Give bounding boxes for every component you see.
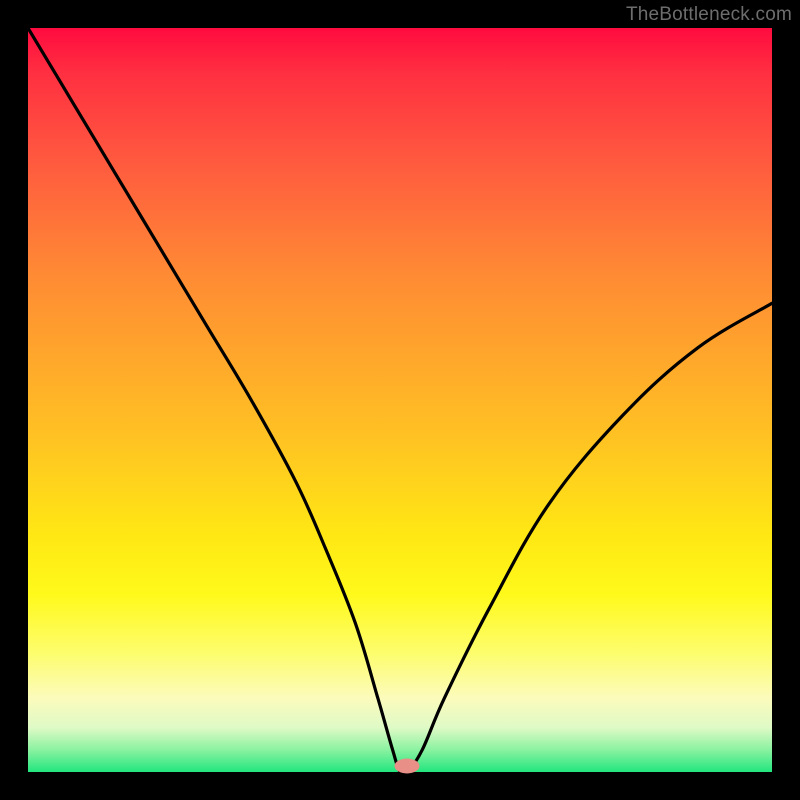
chart-frame: TheBottleneck.com — [0, 0, 800, 800]
minimum-marker — [395, 759, 420, 774]
bottleneck-curve — [28, 28, 772, 772]
watermark-text: TheBottleneck.com — [626, 4, 792, 26]
curve-path — [28, 28, 772, 772]
plot-area — [28, 28, 772, 772]
